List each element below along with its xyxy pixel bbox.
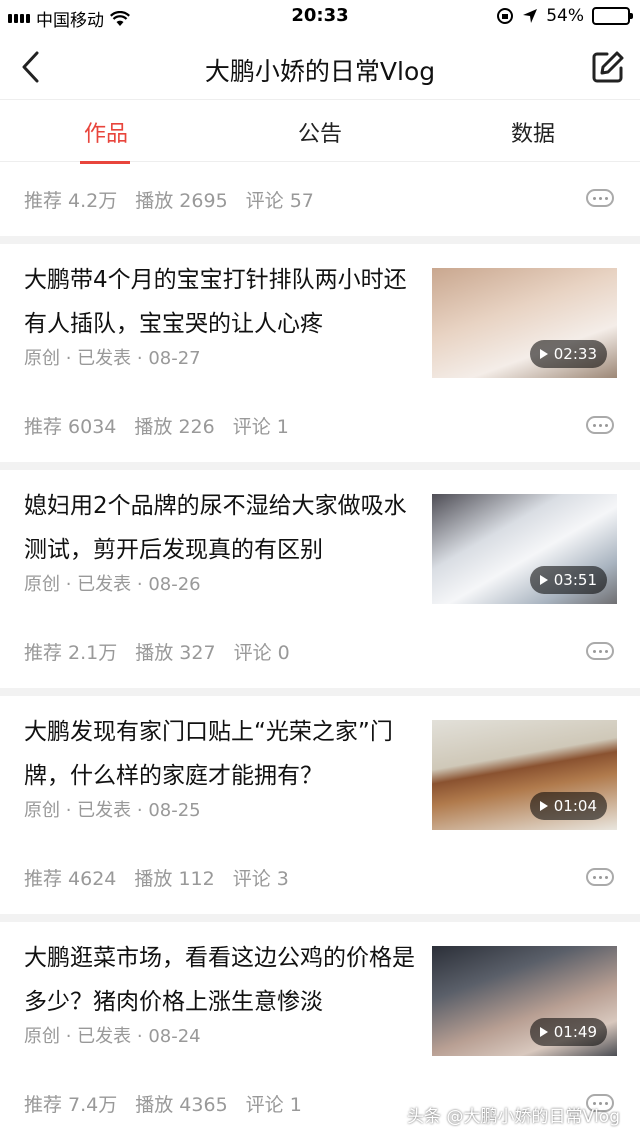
- play-icon: [539, 1027, 548, 1037]
- recommend-count: 推荐 2.1万: [24, 642, 118, 664]
- video-duration-badge: 03:51: [529, 566, 607, 594]
- recommend-count: 推荐 7.4万: [24, 1094, 118, 1116]
- article-card[interactable]: 大鹏带4个月的宝宝打针排队两小时还有人插队，宝宝哭的让人心疼 原创 · 已发表 …: [0, 244, 640, 462]
- video-thumbnail[interactable]: 02:33: [432, 268, 617, 378]
- duration-label: 03:51: [553, 571, 597, 589]
- tab-announcement[interactable]: 公告: [260, 116, 380, 148]
- battery-icon: [592, 7, 633, 25]
- orientation-lock-icon: [497, 8, 514, 24]
- recommend-count: 推荐 4624: [24, 868, 117, 890]
- comment-count: 评论 3: [232, 868, 289, 890]
- article-stats: 推荐 7.4万 播放 4365 评论 1: [24, 1090, 302, 1117]
- article-title[interactable]: 媳妇用2个品牌的尿不湿给大家做吸水测试，剪开后发现真的有区别: [24, 484, 419, 572]
- play-icon: [539, 801, 548, 811]
- article-meta: 原创 · 已发表 · 08-24: [24, 1026, 201, 1047]
- video-duration-badge: 01:04: [529, 792, 607, 820]
- nav-bar: 大鹏小娇的日常Vlog: [0, 34, 640, 100]
- play-count: 播放 112: [134, 868, 215, 890]
- article-title[interactable]: 大鹏发现有家门口贴上“光荣之家”门牌，什么样的家庭才能拥有？: [24, 710, 419, 798]
- article-stats: 推荐 6034 播放 226 评论 1: [24, 412, 289, 439]
- article-meta: 原创 · 已发表 · 08-26: [24, 574, 201, 595]
- watermark: 头条 @大鹏小娇的日常Vlog: [407, 1107, 620, 1127]
- more-options-button[interactable]: [586, 416, 614, 434]
- article-stats: 推荐 2.1万 播放 327 评论 0: [24, 638, 290, 665]
- tab-bar: 作品 公告 数据: [0, 100, 640, 164]
- video-thumbnail[interactable]: 01:49: [432, 946, 617, 1056]
- divider: [0, 688, 640, 696]
- comment-count: 评论 1: [232, 416, 289, 438]
- comment-count: 评论 0: [233, 642, 290, 664]
- duration-label: 02:33: [553, 345, 597, 363]
- article-card[interactable]: 媳妇用2个品牌的尿不湿给大家做吸水测试，剪开后发现真的有区别 原创 · 已发表 …: [0, 470, 640, 688]
- page-title: 大鹏小娇的日常Vlog: [204, 57, 436, 86]
- article-title[interactable]: 大鹏带4个月的宝宝打针排队两小时还有人插队，宝宝哭的让人心疼: [24, 258, 419, 346]
- recommend-count: 推荐 4.2万: [24, 190, 118, 212]
- location-icon: [523, 9, 538, 23]
- duration-label: 01:49: [553, 1023, 597, 1041]
- article-card[interactable]: 大鹏发现有家门口贴上“光荣之家”门牌，什么样的家庭才能拥有？ 原创 · 已发表 …: [0, 696, 640, 914]
- recommend-count: 推荐 6034: [24, 416, 117, 438]
- video-thumbnail[interactable]: 03:51: [432, 494, 617, 604]
- video-duration-badge: 02:33: [529, 340, 607, 368]
- tab-works-label: 作品: [83, 122, 128, 147]
- edit-icon: [592, 52, 623, 83]
- tab-active-indicator: [80, 161, 130, 164]
- play-count: 播放 2695: [135, 190, 228, 212]
- article-stats: 推荐 4624 播放 112 评论 3: [24, 864, 289, 891]
- comment-count: 评论 1: [245, 1094, 302, 1116]
- article-meta: 原创 · 已发表 · 08-25: [24, 800, 201, 821]
- battery-percent: 54%: [546, 6, 584, 26]
- tab-data[interactable]: 数据: [473, 116, 593, 148]
- divider: [0, 914, 640, 922]
- play-count: 播放 226: [134, 416, 215, 438]
- top-stats-row: 推荐 4.2万 播放 2695 评论 57: [24, 186, 314, 213]
- edit-button[interactable]: [590, 49, 626, 85]
- play-count: 播放 4365: [135, 1094, 228, 1116]
- article-meta: 原创 · 已发表 · 08-27: [24, 348, 201, 369]
- play-icon: [539, 575, 548, 585]
- status-bar: 中国移动 20:33 54%: [0, 0, 640, 34]
- video-duration-badge: 01:49: [529, 1018, 607, 1046]
- play-count: 播放 327: [135, 642, 216, 664]
- video-thumbnail[interactable]: 01:04: [432, 720, 617, 830]
- more-options-button[interactable]: [586, 868, 614, 886]
- divider: [0, 462, 640, 470]
- more-options-button[interactable]: [586, 189, 614, 207]
- duration-label: 01:04: [553, 797, 597, 815]
- more-options-button[interactable]: [586, 642, 614, 660]
- status-right: 54%: [496, 6, 633, 26]
- divider: [0, 236, 640, 244]
- tab-works[interactable]: 作品: [46, 116, 166, 164]
- play-icon: [539, 349, 548, 359]
- comment-count: 评论 57: [245, 190, 314, 212]
- article-title[interactable]: 大鹏逛菜市场，看看这边公鸡的价格是多少？猪肉价格上涨生意惨淡: [24, 936, 419, 1024]
